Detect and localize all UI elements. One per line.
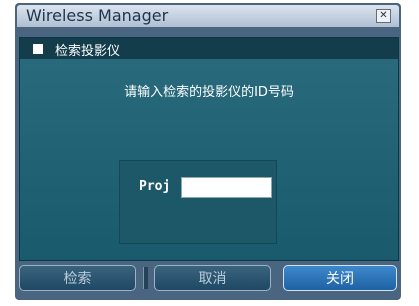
instruction-text: 请输入检索的投影仪的ID号码 bbox=[124, 85, 294, 100]
search-button[interactable]: 检索 bbox=[19, 265, 136, 291]
button-separator bbox=[143, 267, 148, 289]
id-input-panel: Proj bbox=[119, 160, 277, 244]
section-header: 检索投影仪 bbox=[20, 38, 398, 59]
close-button[interactable]: 关闭 bbox=[283, 265, 397, 291]
content-area: 检索投影仪 请输入检索的投影仪的ID号码 Proj bbox=[19, 37, 399, 261]
section-title: 检索投影仪 bbox=[55, 44, 121, 59]
projector-id-input[interactable] bbox=[181, 177, 272, 198]
proj-label: Proj bbox=[139, 179, 171, 194]
window-title: Wireless Manager bbox=[26, 6, 169, 25]
cancel-button[interactable]: 取消 bbox=[154, 265, 271, 291]
section-checkbox-icon bbox=[33, 44, 43, 54]
window-close-button[interactable]: ✕ bbox=[376, 9, 391, 23]
close-icon: ✕ bbox=[379, 10, 388, 21]
title-bar[interactable]: Wireless Manager ✕ bbox=[17, 5, 399, 27]
dialog-window: Wireless Manager ✕ 检索投影仪 请输入检索的投影仪的ID号码 … bbox=[15, 3, 401, 300]
button-row: 检索 取消 关闭 bbox=[15, 265, 401, 295]
